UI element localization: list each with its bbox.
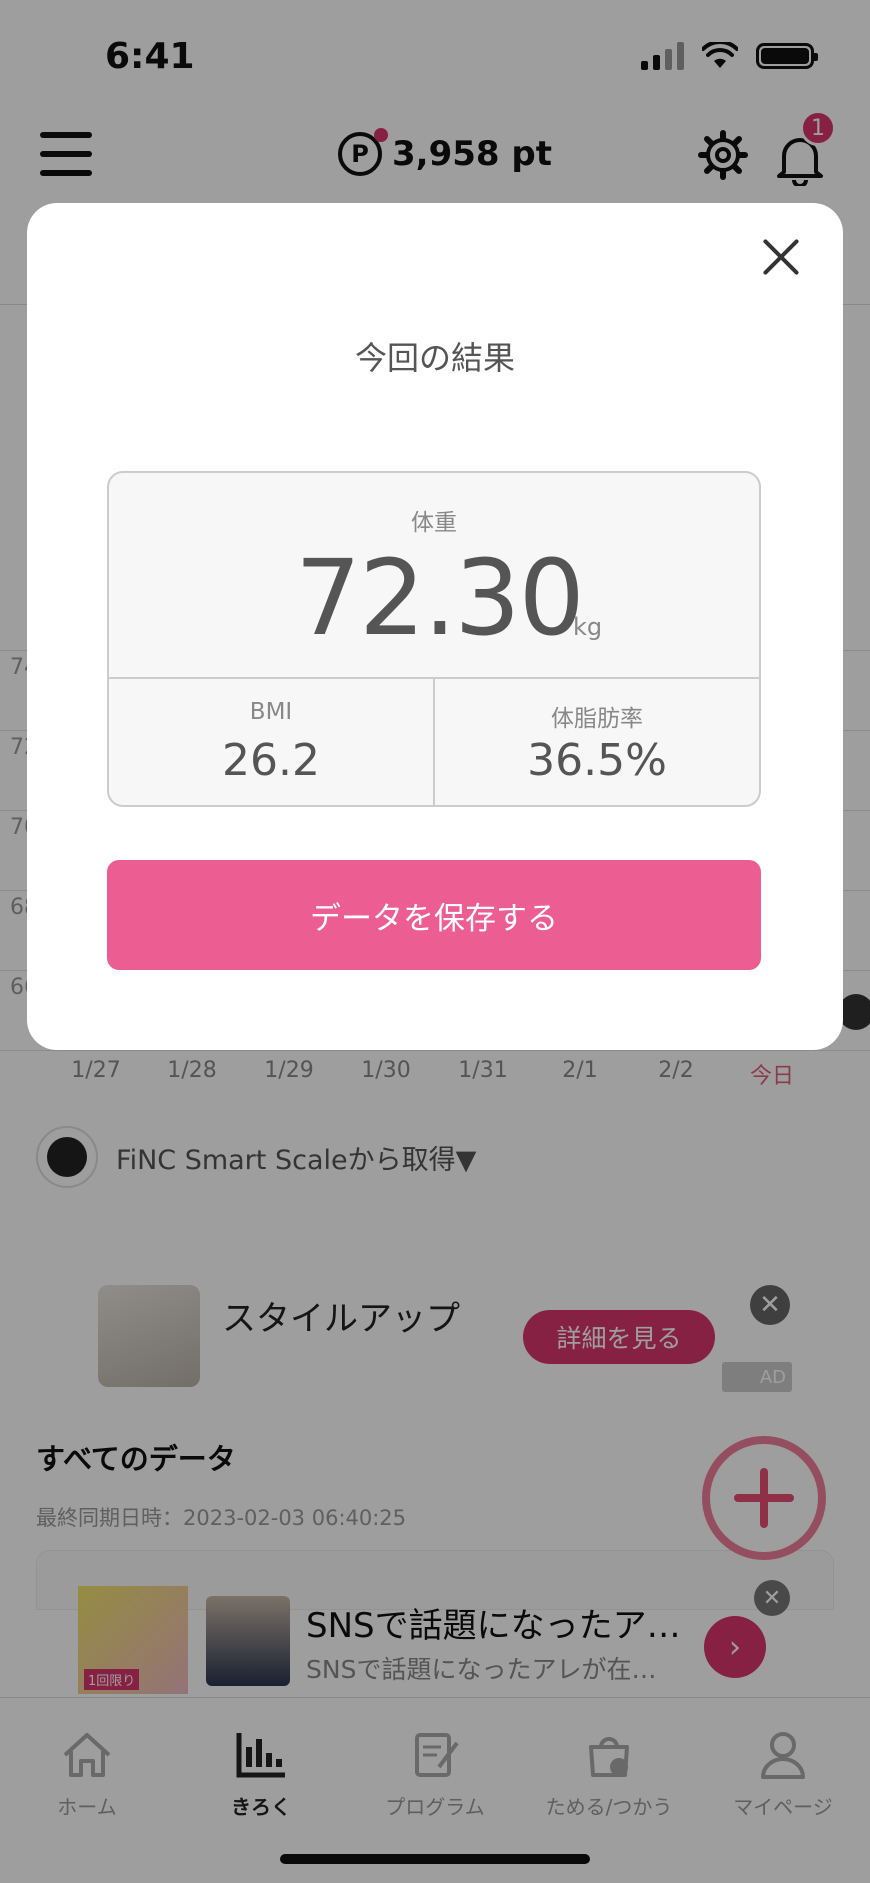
result-modal: 今回の結果 体重 72.30 kg BMI 26.2 体脂肪率 36.5% デー… bbox=[27, 203, 843, 1050]
weight-unit: kg bbox=[573, 613, 603, 641]
weight-label: 体重 bbox=[411, 510, 457, 536]
body-fat-label: 体脂肪率 bbox=[551, 706, 643, 732]
body-fat-value: 36.5% bbox=[527, 735, 667, 786]
results-box: 体重 72.30 kg BMI 26.2 体脂肪率 36.5% bbox=[107, 471, 761, 807]
modal-title: 今回の結果 bbox=[354, 339, 515, 377]
weight-value: 72.30 bbox=[295, 537, 585, 659]
close-icon[interactable] bbox=[757, 233, 805, 281]
save-data-button[interactable]: データを保存する bbox=[107, 860, 761, 970]
bmi-value: 26.2 bbox=[222, 735, 320, 786]
bmi-label: BMI bbox=[249, 699, 293, 725]
